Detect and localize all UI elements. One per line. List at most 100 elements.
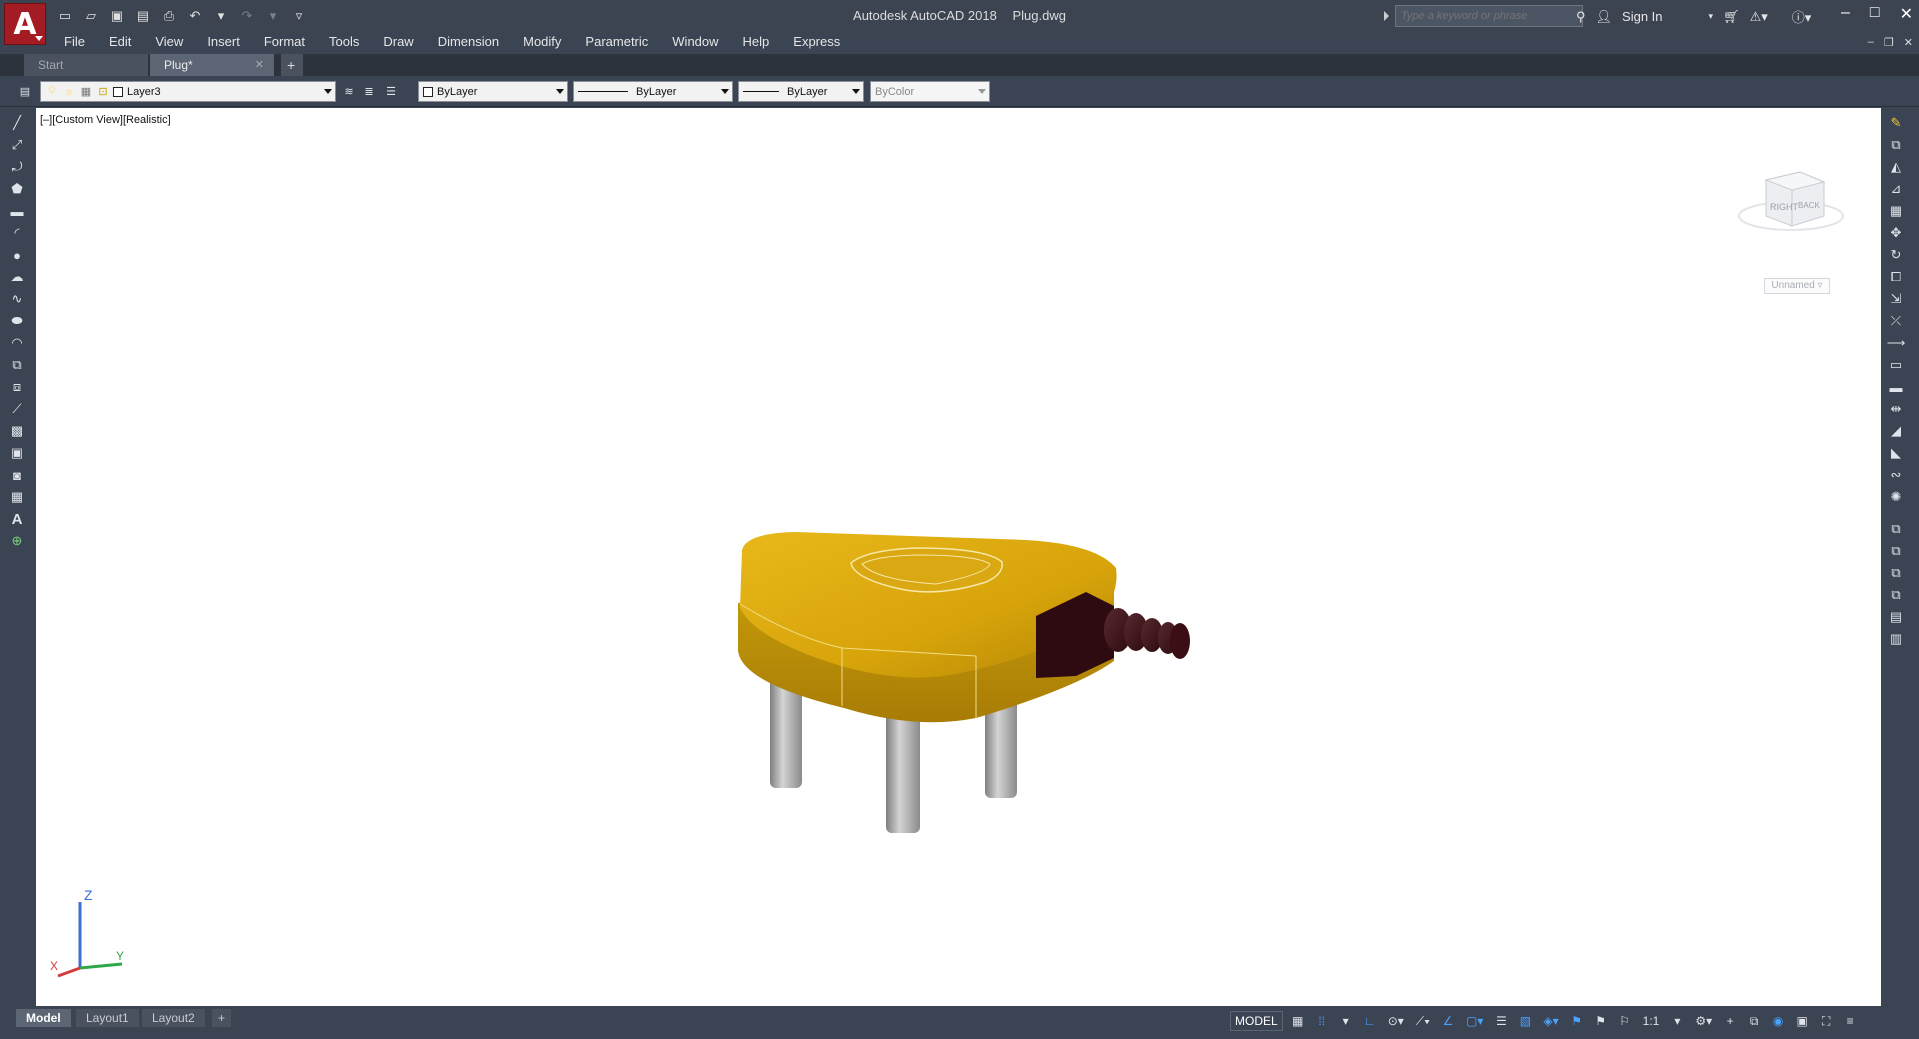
menu-parametric[interactable]: Parametric [573,33,660,53]
model-space-button[interactable]: MODEL [1230,1011,1283,1031]
save-as-icon[interactable]: ▤ [132,6,154,26]
redo-icon[interactable]: ↷ [236,6,258,26]
array-icon[interactable]: ▦ [1887,202,1905,220]
annotation-monitor-icon[interactable]: + [1721,1011,1739,1031]
make-block-icon[interactable]: ⧈ [8,378,26,396]
send-to-back-icon[interactable]: ⧉ [1887,542,1905,560]
join-icon[interactable]: ⇹ [1887,400,1905,418]
sign-in-dropdown-icon[interactable]: ▾ [1709,11,1714,22]
help-icon[interactable]: ⓘ▾ [1792,7,1812,26]
bring-to-front-icon[interactable]: ⧉ [1887,520,1905,538]
minimize-icon[interactable]: – [1841,4,1850,24]
maximize-icon[interactable]: □ [1870,4,1880,24]
spline-icon[interactable]: ∿ [8,290,26,308]
menu-window[interactable]: Window [660,33,730,53]
lineweight-dropdown[interactable]: ByLayer [738,81,864,102]
isolate-objects-icon[interactable]: ◉ [1769,1011,1787,1031]
polyline-icon[interactable]: ⤾ [8,158,26,176]
new-file-icon[interactable]: ▭ [54,6,76,26]
revision-cloud-icon[interactable]: ☁︎ [8,268,26,286]
object-snap-tracking-icon[interactable]: ∠ [1439,1011,1457,1031]
annotation-visibility-icon[interactable]: ⚑ [1568,1011,1586,1031]
stretch-icon[interactable]: ⇲ [1887,290,1905,308]
hatch-icon[interactable]: ▩ [8,422,26,440]
rectangle-icon[interactable]: ▬ [8,202,26,220]
ellipse-arc-icon[interactable]: ◠ [8,334,26,352]
insert-block-icon[interactable]: ⧉ [8,356,26,374]
cart-icon[interactable]: 🛒︎ [1723,9,1740,25]
multiline-text-icon[interactable]: A [8,510,26,528]
linetype-dropdown[interactable]: ByLayer [573,81,733,102]
menu-dimension[interactable]: Dimension [426,33,511,53]
save-icon[interactable]: ▣ [106,6,128,26]
menu-draw[interactable]: Draw [371,33,425,53]
menu-insert[interactable]: Insert [195,33,252,53]
viewcube-right-face[interactable]: RIGHT [1770,202,1799,212]
chamfer-icon[interactable]: ◢ [1887,422,1905,440]
erase-icon[interactable]: ✎ [1887,114,1905,132]
menu-modify[interactable]: Modify [511,33,573,53]
tab-start[interactable]: Start [24,54,148,76]
make-current-layer-icon[interactable]: ≋ [342,80,359,102]
trim-icon[interactable]: ⤫ [1887,312,1905,330]
customize-qat-icon[interactable]: ▿ [288,6,310,26]
region-icon[interactable]: ◙ [8,466,26,484]
menu-tools[interactable]: Tools [317,33,371,53]
tab-layout2[interactable]: Layout2 [142,1009,205,1027]
menu-edit[interactable]: Edit [97,33,143,53]
undo-icon[interactable]: ↶ [184,6,206,26]
tab-model[interactable]: Model [16,1009,71,1027]
table-icon[interactable]: ▦ [8,488,26,506]
a360-icon[interactable]: ⚠︎▾ [1750,9,1768,25]
mirror-icon[interactable]: ◭ [1887,158,1905,176]
scale-icon[interactable]: ⧠ [1887,268,1905,286]
customization-menu-icon[interactable]: ≡ [1841,1011,1859,1031]
selection-cycling-icon[interactable]: ◈▾ [1540,1011,1561,1031]
ortho-icon[interactable]: ∟ [1361,1011,1379,1031]
annotation-scale-icon[interactable]: ⚐ [1616,1011,1634,1031]
binoculars-icon[interactable]: ⚲ [1576,9,1586,25]
rotate-icon[interactable]: ↻ [1887,246,1905,264]
search-input[interactable] [1395,5,1583,27]
close-tab-icon[interactable]: ✕ [255,54,264,76]
undo-dropdown-icon[interactable]: ▾ [210,6,232,26]
send-under-icon[interactable]: ⧉ [1887,586,1905,604]
isodraft-icon[interactable]: ⟋▾ [1413,1011,1433,1031]
snap-dropdown-icon[interactable]: ▾ [1337,1011,1355,1031]
construction-line-icon[interactable]: ⤢ [8,136,26,154]
menu-help[interactable]: Help [731,33,782,53]
clean-screen-icon[interactable]: ⛶ [1817,1011,1835,1031]
print-icon[interactable]: ⎙ [158,6,180,26]
polygon-icon[interactable]: ⬟ [8,180,26,198]
circle-icon[interactable]: ● [8,246,26,264]
lineweight-icon[interactable]: ☰ [1492,1011,1510,1031]
extend-icon[interactable]: ⟶ [1887,334,1906,352]
add-layout-button[interactable]: + [212,1009,232,1027]
close-icon[interactable]: ✕ [1900,4,1913,24]
drawing-area[interactable]: [–][Custom View][Realistic] RIGHT BACK U… [36,108,1881,1006]
explode-icon[interactable]: ✺ [1887,488,1905,506]
sign-in-link[interactable]: Sign In [1622,9,1662,24]
open-folder-icon[interactable]: ▱ [80,6,102,26]
layer-properties-icon[interactable]: ▤ [18,80,35,102]
color-dropdown[interactable]: ByLayer [418,81,568,102]
tab-plug[interactable]: Plug* ✕ [150,54,274,76]
break-icon[interactable]: ▬ [1887,378,1905,396]
grid-icon[interactable]: ▦ [1289,1011,1307,1031]
workspace-gear-icon[interactable]: ⚙▾ [1692,1011,1715,1031]
menu-format[interactable]: Format [252,33,317,53]
break-at-point-icon[interactable]: ▭ [1887,356,1905,374]
annotation-scale-value[interactable]: 1:1 [1640,1011,1663,1031]
object-snap-icon[interactable]: ▢▾ [1463,1011,1486,1031]
menu-view[interactable]: View [143,33,195,53]
doc-close-icon[interactable]: ✕ [1904,36,1913,49]
doc-minimize-icon[interactable]: – [1868,36,1874,49]
named-view-dropdown[interactable]: Unnamed ▿ [1764,278,1830,294]
offset-icon[interactable]: ⊿ [1887,180,1905,198]
line-icon[interactable]: ╱ [8,114,26,132]
redo-dropdown-icon[interactable]: ▾ [262,6,284,26]
snap-icon[interactable]: ⁞⁞ [1313,1011,1331,1031]
layer-dropdown[interactable]: 💡︎ ☼ ▦ ⊡ Layer3 [40,81,336,102]
match-layer-icon[interactable]: ≣ [362,80,379,102]
scale-dropdown-icon[interactable]: ▾ [1668,1011,1686,1031]
